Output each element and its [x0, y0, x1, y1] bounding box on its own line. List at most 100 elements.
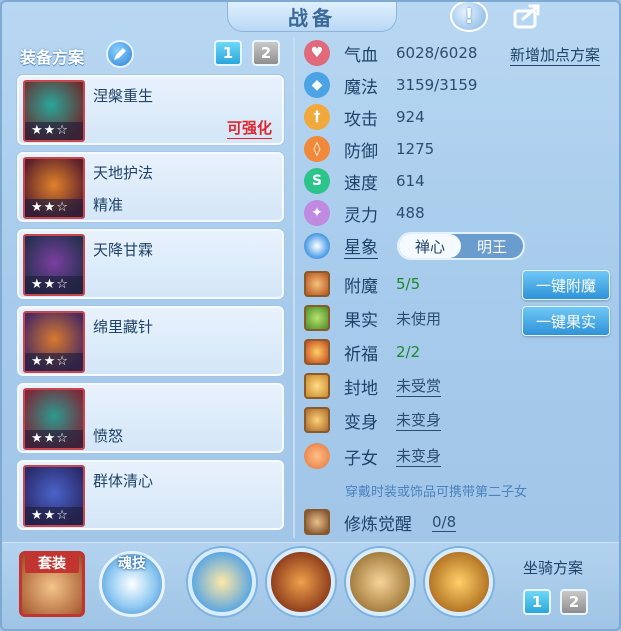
heart-icon: ♥: [304, 40, 330, 66]
equipment-slot-4[interactable]: ★★☆ 绵里藏针: [17, 306, 284, 376]
cultivation-icon: [304, 509, 330, 535]
stance-toggle[interactable]: 禅心 明王: [397, 232, 525, 260]
attr-label: 祈福: [344, 344, 378, 365]
title-banner: 战备: [227, 2, 397, 32]
necklace-icon: ★★☆: [23, 234, 85, 296]
equipment-name: 天降甘霖: [93, 241, 154, 259]
stat-label: 气血: [344, 45, 378, 66]
equipment-slot-6[interactable]: ★★☆ 群体清心: [17, 460, 284, 530]
star-rating: ★★☆: [25, 276, 83, 294]
attr-value-link[interactable]: 未受赏: [396, 375, 442, 397]
plan-button-2[interactable]: 2: [252, 40, 280, 66]
equipment-panel: 战备 ! 装备方案 1 2 ★★☆ 涅槃重生 可强化 ★★☆ 天地护法 精准 ★…: [0, 0, 621, 631]
equipment-slot-2[interactable]: ★★☆ 天地护法 精准: [17, 152, 284, 222]
share-button[interactable]: [509, 2, 547, 32]
equipment-slot-3[interactable]: ★★☆ 天降甘霖: [17, 229, 284, 299]
equipment-attribute: 愤怒: [93, 427, 124, 445]
second-child-hint: 穿戴时装或饰品可携带第二子女: [345, 485, 528, 500]
stat-label: 速度: [344, 173, 378, 194]
mount-slot-1[interactable]: [188, 548, 256, 616]
stat-speed: S 速度 614: [304, 167, 425, 195]
castle-icon: [304, 373, 330, 399]
attr-value: 未使用: [396, 309, 442, 328]
attr-value: 5/5: [396, 275, 421, 293]
upgradeable-tag[interactable]: 可强化: [226, 117, 272, 139]
plan-button-1[interactable]: 1: [214, 40, 242, 66]
stat-defense: ◊ 防御 1275: [304, 135, 434, 163]
star-rating: ★★☆: [25, 430, 83, 448]
spirit-icon: ✦: [304, 200, 330, 226]
attr-transform: 变身 未变身: [304, 406, 442, 434]
stat-spirit: ✦ 灵力 488: [304, 199, 425, 227]
transform-icon: [304, 407, 330, 433]
fruit-all-button[interactable]: 一键果实: [522, 306, 610, 336]
stat-value: 6028/6028: [396, 44, 478, 62]
equipment-attribute: 精准: [93, 196, 124, 214]
mount-plan-label: 坐骑方案: [523, 559, 584, 577]
stat-value: 3159/3159: [396, 76, 478, 94]
stat-hp: ♥ 气血 6028/6028: [304, 39, 477, 67]
attr-value-link[interactable]: 0/8: [432, 513, 457, 532]
stat-value: 614: [396, 172, 425, 190]
equipment-slot-5[interactable]: ★★☆ 愤怒: [17, 383, 284, 453]
equipment-name: 绵里藏针: [93, 318, 154, 336]
sword-icon: †: [304, 104, 330, 130]
chain-icon: ★★☆: [23, 311, 85, 373]
soul-skill-label: 魂技: [118, 556, 146, 572]
attr-blessing: 祈福 2/2: [304, 338, 420, 366]
weapon-icon: ★★☆: [23, 80, 85, 142]
mount-slot-2[interactable]: [267, 548, 335, 616]
star-rating: ★★☆: [25, 199, 83, 217]
armor-icon: ★★☆: [23, 465, 85, 527]
equipment-plan-label: 装备方案: [20, 48, 85, 67]
mount-plan-button-2[interactable]: 2: [560, 589, 588, 615]
attr-label: 附魔: [344, 276, 378, 297]
enchant-all-button[interactable]: 一键附魔: [522, 270, 610, 300]
page-title: 战备: [288, 6, 336, 30]
attr-enchant: 附魔 5/5: [304, 270, 420, 298]
mount-plan-button-1[interactable]: 1: [523, 589, 551, 615]
stat-attack: † 攻击 924: [304, 103, 425, 131]
column-divider: [293, 38, 295, 538]
attr-label: 子女: [344, 448, 378, 469]
attr-label: 修炼觉醒: [344, 514, 412, 535]
stance-option-zen[interactable]: 禅心: [399, 234, 461, 258]
blessing-icon: [304, 339, 330, 365]
equipment-name: 天地护法: [93, 164, 154, 182]
mount-slot-3[interactable]: [346, 548, 414, 616]
stance-label[interactable]: 星象: [344, 233, 378, 259]
star-rating: ★★☆: [25, 507, 83, 525]
attr-value-link[interactable]: 未变身: [396, 445, 442, 467]
enchant-icon: [304, 271, 330, 297]
attr-label: 封地: [344, 378, 378, 399]
stat-value: 924: [396, 108, 425, 126]
share-icon: [513, 4, 540, 29]
attr-fruit: 果实 未使用: [304, 304, 441, 332]
star-compass-icon: [304, 233, 330, 259]
stat-label: 防御: [344, 141, 378, 162]
stat-mp: ◆ 魔法 3159/3159: [304, 71, 477, 99]
set-label: 套装: [25, 553, 79, 573]
attr-cultivation: 修炼觉醒 0/8: [304, 508, 457, 536]
equipment-slot-1[interactable]: ★★☆ 涅槃重生 可强化: [17, 75, 284, 145]
stat-label: 攻击: [344, 109, 378, 130]
exclamation-icon: !: [464, 4, 474, 28]
attr-label: 变身: [344, 412, 378, 433]
add-point-plan-link[interactable]: 新增加点方案: [510, 44, 601, 66]
attr-value-link[interactable]: 未变身: [396, 409, 442, 431]
mount-slot-4[interactable]: [425, 548, 493, 616]
star-rating: ★★☆: [25, 353, 83, 371]
belt-icon: ★★☆: [23, 388, 85, 450]
pencil-icon: [114, 48, 126, 60]
shield-icon: ◊: [304, 136, 330, 162]
edit-plan-button[interactable]: [106, 40, 134, 68]
mana-icon: ◆: [304, 72, 330, 98]
equipment-name: 涅槃重生: [93, 87, 154, 105]
stat-label: 灵力: [344, 205, 378, 226]
stat-value: 488: [396, 204, 425, 222]
helmet-icon: ★★☆: [23, 157, 85, 219]
help-button[interactable]: !: [450, 2, 488, 32]
child-icon: [304, 443, 330, 469]
stance-row: 星象: [304, 232, 378, 260]
stance-option-mingwang[interactable]: 明王: [461, 234, 523, 258]
